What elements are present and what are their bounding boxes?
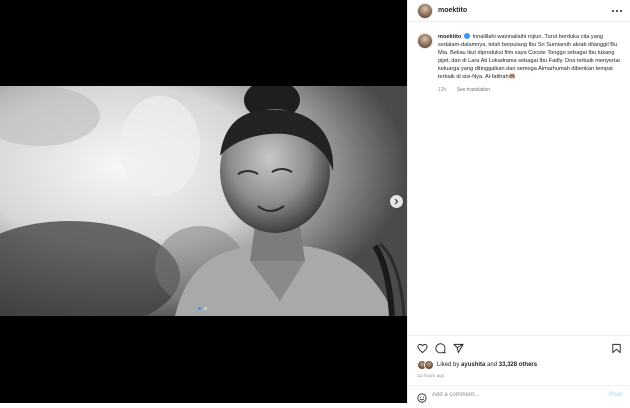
media-pane bbox=[0, 0, 407, 403]
post-timestamp: 12 hours ago bbox=[417, 373, 445, 378]
save-button[interactable] bbox=[611, 341, 622, 359]
post-actions: Liked by ayushita and 33,328 others 12 h… bbox=[408, 335, 630, 403]
carousel-indicator bbox=[198, 307, 207, 310]
chevron-right-icon bbox=[394, 198, 399, 205]
more-options-icon[interactable] bbox=[612, 10, 622, 12]
photo-artwork bbox=[0, 86, 407, 316]
caption-username[interactable]: moektito bbox=[438, 34, 461, 40]
share-button[interactable] bbox=[453, 341, 464, 359]
comment-icon bbox=[435, 343, 446, 354]
post-side-panel: moektito moektito Innalillahi wainnailai… bbox=[407, 0, 630, 403]
liker-username[interactable]: ayushita bbox=[461, 362, 485, 368]
likes-text: Liked by ayushita and 33,328 others bbox=[437, 362, 538, 368]
author-username[interactable]: moektito bbox=[438, 7, 467, 14]
caption-body: Innalillahi wainnailaihi rojiun. Turut b… bbox=[438, 34, 620, 80]
likes-summary: Liked by ayushita and 33,328 others bbox=[417, 360, 537, 370]
comment-button[interactable] bbox=[435, 341, 446, 359]
likes-count-link[interactable]: 33,328 others bbox=[499, 362, 537, 368]
post-header: moektito bbox=[408, 0, 630, 22]
carousel-dot bbox=[204, 307, 207, 310]
post-photo[interactable] bbox=[0, 86, 407, 316]
emoji-button[interactable] bbox=[417, 390, 427, 408]
bookmark-icon bbox=[612, 343, 621, 354]
verified-icon bbox=[463, 33, 470, 39]
comment-input[interactable] bbox=[432, 390, 592, 400]
share-icon bbox=[453, 343, 464, 354]
author-avatar[interactable] bbox=[417, 3, 433, 19]
like-button[interactable] bbox=[417, 341, 428, 359]
post-comment-button[interactable]: Post bbox=[609, 392, 622, 398]
heart-icon bbox=[417, 343, 428, 354]
caption-avatar[interactable] bbox=[417, 33, 433, 49]
carousel-dot-active bbox=[198, 307, 201, 310]
liker-avatar bbox=[424, 360, 434, 370]
comment-bar: Post bbox=[408, 385, 630, 404]
caption-meta: 12h See translation bbox=[438, 87, 490, 93]
carousel-next-button[interactable] bbox=[390, 195, 403, 208]
instagram-post-view: moektito moektito Innalillahi wainnailai… bbox=[0, 0, 630, 403]
see-translation-link[interactable]: See translation bbox=[457, 87, 490, 93]
caption-text: moektito Innalillahi wainnailaihi rojiun… bbox=[438, 33, 624, 81]
caption-age: 12h bbox=[438, 87, 447, 93]
emoji-icon bbox=[417, 393, 427, 403]
